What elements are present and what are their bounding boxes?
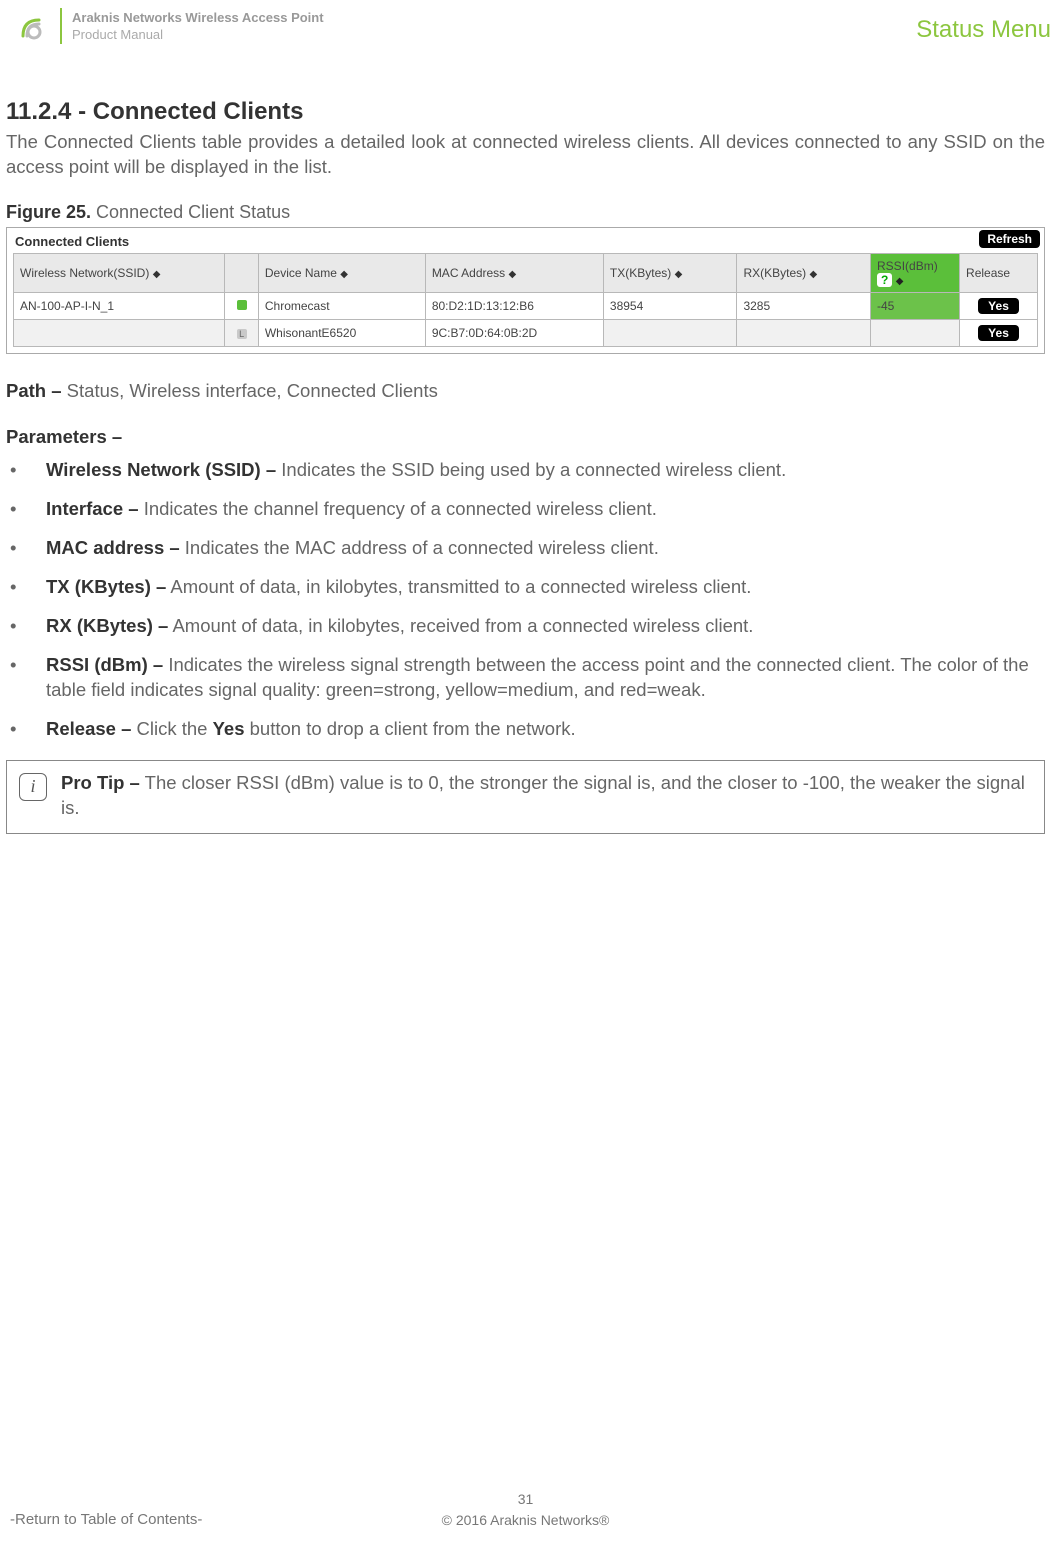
header-divider: [60, 8, 62, 44]
page-number: 31: [0, 1491, 1051, 1507]
list-item: Release – Click the Yes button to drop a…: [6, 717, 1045, 742]
header-subtitle: Product Manual: [72, 27, 324, 42]
col-mac[interactable]: MAC Address ◆: [425, 253, 603, 292]
list-item: TX (KBytes) – Amount of data, in kilobyt…: [6, 575, 1045, 600]
cell-ssid: AN-100-AP-I-N_1: [14, 292, 225, 319]
return-toc-link[interactable]: -Return to Table of Contents-: [10, 1511, 202, 1528]
col-ssid[interactable]: Wireless Network(SSID) ◆: [14, 253, 225, 292]
status-dot-grey-icon: L: [237, 329, 247, 339]
pro-tip-box: i Pro Tip – The closer RSSI (dBm) value …: [6, 760, 1045, 834]
section-heading: 11.2.4 - Connected Clients: [6, 98, 1045, 126]
cell-mac: 80:D2:1D:13:12:B6: [425, 292, 603, 319]
list-item: Interface – Indicates the channel freque…: [6, 497, 1045, 522]
header-title: Araknis Networks Wireless Access Point: [72, 10, 324, 25]
cell-iface-indicator: [225, 292, 258, 319]
page-header: Araknis Networks Wireless Access Point P…: [0, 0, 1051, 50]
col-rx[interactable]: RX(KBytes) ◆: [737, 253, 871, 292]
cell-release: Yes: [960, 292, 1038, 319]
release-yes-button[interactable]: Yes: [978, 298, 1019, 314]
list-item: Wireless Network (SSID) – Indicates the …: [6, 458, 1045, 483]
col-rssi[interactable]: RSSI(dBm) ? ◆: [871, 253, 960, 292]
panel-title: Connected Clients: [7, 228, 1044, 253]
cell-tx: 38954: [603, 292, 737, 319]
col-device[interactable]: Device Name ◆: [258, 253, 425, 292]
pro-tip-label: Pro Tip –: [61, 772, 140, 793]
parameters-heading: Parameters –: [6, 426, 1045, 448]
cell-mac: 9C:B7:0D:64:0B:2D: [425, 319, 603, 346]
help-icon[interactable]: ?: [877, 273, 892, 287]
list-item: RX (KBytes) – Amount of data, in kilobyt…: [6, 614, 1045, 639]
table-row: AN-100-AP-I-N_1 Chromecast 80:D2:1D:13:1…: [14, 292, 1038, 319]
parameters-list: Wireless Network (SSID) – Indicates the …: [6, 458, 1045, 742]
cell-iface-indicator: L: [225, 319, 258, 346]
figure-caption: Figure 25. Connected Client Status: [6, 202, 1045, 223]
cell-rx: 3285: [737, 292, 871, 319]
cell-rx: [737, 319, 871, 346]
araknis-logo-icon: [17, 12, 47, 42]
figure-label: Figure 25.: [6, 202, 91, 222]
list-item: MAC address – Indicates the MAC address …: [6, 536, 1045, 561]
status-dot-green-icon: [237, 300, 247, 310]
cell-ssid: [14, 319, 225, 346]
refresh-button[interactable]: Refresh: [979, 230, 1040, 248]
connected-clients-table: Wireless Network(SSID) ◆ Device Name ◆ M…: [13, 253, 1038, 347]
menu-label: Status Menu: [916, 16, 1051, 44]
path-label: Path –: [6, 380, 62, 401]
path-line: Path – Status, Wireless interface, Conne…: [6, 380, 1045, 402]
col-tx[interactable]: TX(KBytes) ◆: [603, 253, 737, 292]
page-content: 11.2.4 - Connected Clients The Connected…: [0, 50, 1051, 834]
copyright-text: © 2016 Araknis Networks®: [442, 1512, 610, 1528]
cell-device: Chromecast: [258, 292, 425, 319]
pro-tip-text: Pro Tip – The closer RSSI (dBm) value is…: [61, 771, 1032, 821]
cell-rssi: [871, 319, 960, 346]
col-iface: [225, 253, 258, 292]
col-release: Release: [960, 253, 1038, 292]
path-value: Status, Wireless interface, Connected Cl…: [67, 380, 438, 401]
section-lead: The Connected Clients table provides a d…: [6, 130, 1045, 180]
connected-clients-screenshot: Refresh Connected Clients Wireless Netwo…: [6, 227, 1045, 354]
brand-logo: [10, 8, 54, 42]
cell-tx: [603, 319, 737, 346]
page-footer: 31 -Return to Table of Contents- © 2016 …: [0, 1491, 1051, 1528]
cell-device: WhisonantE6520: [258, 319, 425, 346]
figure-caption-text: Connected Client Status: [96, 202, 290, 222]
cell-rssi: -45: [871, 292, 960, 319]
table-header-row: Wireless Network(SSID) ◆ Device Name ◆ M…: [14, 253, 1038, 292]
info-icon: i: [19, 773, 47, 801]
table-row: L WhisonantE6520 9C:B7:0D:64:0B:2D Yes: [14, 319, 1038, 346]
release-yes-button[interactable]: Yes: [978, 325, 1019, 341]
cell-release: Yes: [960, 319, 1038, 346]
pro-tip-body: The closer RSSI (dBm) value is to 0, the…: [61, 772, 1025, 818]
list-item: RSSI (dBm) – Indicates the wireless sign…: [6, 653, 1045, 703]
header-title-block: Araknis Networks Wireless Access Point P…: [72, 8, 324, 42]
